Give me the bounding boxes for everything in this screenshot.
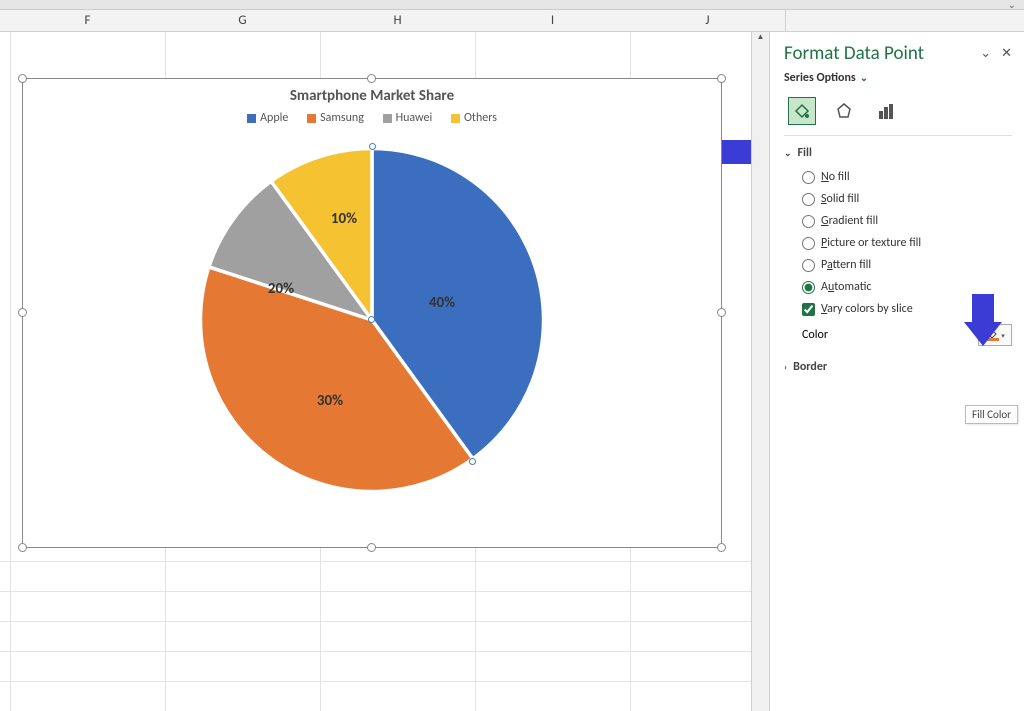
resize-handle[interactable]: [18, 74, 27, 83]
data-label-huawei[interactable]: 20%: [268, 280, 294, 298]
solid-fill-radio[interactable]: Solid fill: [802, 192, 1012, 206]
pattern-fill-radio[interactable]: Pattern fill: [802, 258, 1012, 272]
col-header-f[interactable]: F: [10, 10, 165, 31]
col-header-g[interactable]: G: [165, 10, 320, 31]
pane-close-icon[interactable]: ✕: [1001, 46, 1012, 61]
worksheet-grid[interactable]: Smartphone Market Share Apple Samsung Hu…: [0, 32, 751, 711]
formula-bar-expand-icon[interactable]: ⌄: [1008, 0, 1016, 11]
pie-chart[interactable]: 40% 30% 20% 10%: [197, 145, 547, 495]
pane-collapse-icon[interactable]: ⌄: [980, 46, 991, 61]
column-headers: F G H I J: [0, 10, 1024, 32]
chart-title[interactable]: Smartphone Market Share: [23, 87, 721, 105]
data-label-apple[interactable]: 40%: [429, 294, 455, 312]
series-options-tab-icon[interactable]: [872, 97, 900, 125]
data-label-others[interactable]: 10%: [331, 210, 357, 228]
resize-handle[interactable]: [367, 543, 376, 552]
border-section-toggle[interactable]: ›Border: [784, 360, 1012, 374]
resize-handle[interactable]: [18, 308, 27, 317]
resize-handle[interactable]: [717, 74, 726, 83]
effects-tab-icon[interactable]: [830, 97, 858, 125]
callout-arrow-1: [722, 132, 751, 172]
automatic-fill-radio[interactable]: Automatic: [802, 280, 1012, 294]
col-header-i[interactable]: I: [475, 10, 630, 31]
format-data-point-pane: Format Data Point ⌄ ✕ Series Options⌄ ⌄F…: [769, 32, 1024, 711]
fill-color-tooltip: Fill Color: [965, 405, 1018, 424]
resize-handle[interactable]: [18, 543, 27, 552]
fill-section-toggle[interactable]: ⌄Fill: [784, 146, 1012, 160]
selection-handle: [469, 458, 476, 465]
gradient-fill-radio[interactable]: Gradient fill: [802, 214, 1012, 228]
formula-bar-strip: ⌄: [0, 0, 1024, 10]
resize-handle[interactable]: [367, 74, 376, 83]
no-fill-label: o fill: [829, 170, 850, 184]
col-header-j[interactable]: J: [630, 10, 785, 31]
resize-handle[interactable]: [717, 308, 726, 317]
callout-arrow-2: [964, 294, 1002, 348]
vertical-scrollbar[interactable]: ▲: [751, 32, 769, 711]
col-header-h[interactable]: H: [320, 10, 475, 31]
color-label: Color: [802, 328, 828, 342]
selection-handle: [369, 143, 376, 150]
series-options-dropdown[interactable]: Series Options⌄: [784, 71, 1012, 85]
chart-legend[interactable]: Apple Samsung Huawei Others: [23, 111, 721, 125]
fill-line-tab-icon[interactable]: [788, 97, 816, 125]
selection-handle: [368, 316, 375, 323]
no-fill-radio[interactable]: No fill: [802, 170, 1012, 184]
picture-fill-radio[interactable]: Picture or texture fill: [802, 236, 1012, 250]
chart-object[interactable]: Smartphone Market Share Apple Samsung Hu…: [22, 78, 722, 548]
pane-title: Format Data Point: [784, 42, 924, 65]
scroll-up-icon[interactable]: ▲: [752, 32, 769, 46]
data-label-samsung[interactable]: 30%: [317, 392, 343, 410]
resize-handle[interactable]: [717, 543, 726, 552]
